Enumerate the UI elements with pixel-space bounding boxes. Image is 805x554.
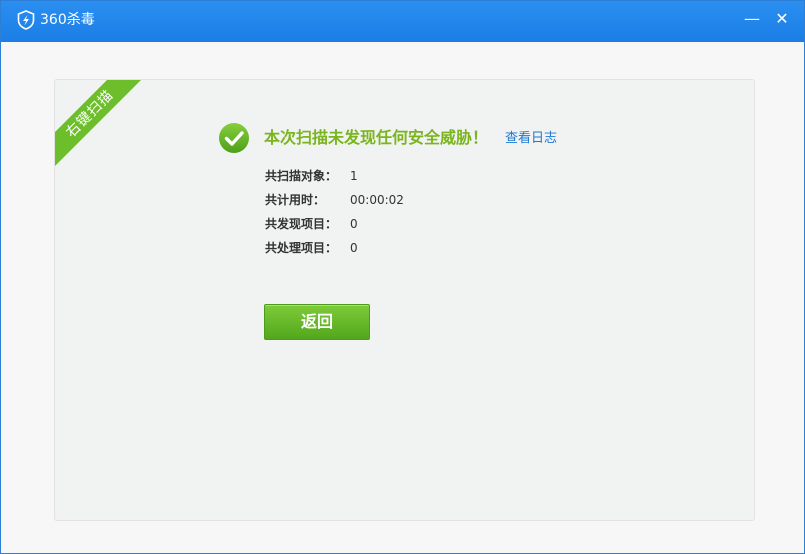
stat-value: 0 [350,241,358,255]
main-window: 360杀毒 — ✕ 右键扫描 本次扫描未发现任何安全威胁！ 查看日志 共扫描对象… [0,0,805,554]
minimize-icon: — [744,9,760,28]
scan-result-panel: 右键扫描 本次扫描未发现任何安全威胁！ 查看日志 共扫描对象： 1 共计用时： … [54,79,755,521]
stat-row-scanned: 共扫描对象： 1 [265,167,465,191]
stat-row-duration: 共计用时： 00:00:02 [265,191,465,215]
shield-logo-icon [17,10,35,30]
stat-label: 共处理项目： [265,241,338,255]
close-button[interactable]: ✕ [769,8,795,30]
title-bar[interactable]: 360杀毒 — ✕ [1,1,804,42]
app-title: 360杀毒 [40,12,95,28]
stat-label: 共发现项目： [265,217,338,231]
scan-stats: 共扫描对象： 1 共计用时： 00:00:02 共发现项目： 0 共处理项目： … [265,167,465,263]
scan-result-headline: 本次扫描未发现任何安全威胁！ [264,128,489,147]
stat-value: 0 [350,217,358,231]
stat-row-found: 共发现项目： 0 [265,215,465,239]
stat-label: 共扫描对象： [265,169,338,183]
stat-label: 共计用时： [265,193,326,207]
stat-value: 00:00:02 [350,193,404,207]
view-log-link[interactable]: 查看日志 [505,131,557,147]
check-circle-icon [219,123,249,153]
stat-value: 1 [350,169,358,183]
scan-type-ribbon: 右键扫描 [55,80,145,169]
stat-row-handled: 共处理项目： 0 [265,239,465,263]
minimize-button[interactable]: — [739,8,765,30]
close-icon: ✕ [775,9,789,28]
ribbon-label: 右键扫描 [63,87,117,141]
back-button[interactable]: 返回 [264,304,370,340]
